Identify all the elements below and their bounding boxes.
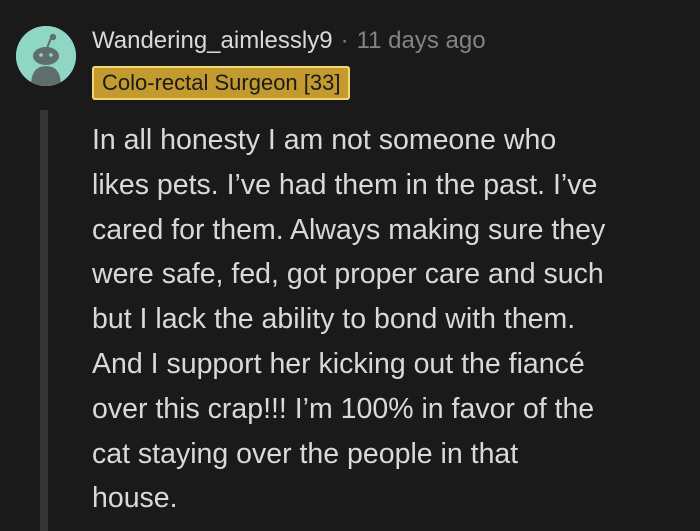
comment-body-line: In all honesty I am not someone who [92,124,557,156]
comment-body-line: And I support her kicking out the fiancé [92,347,585,380]
comment-body-line: were safe, fed, got proper care and such [92,258,604,291]
comment-body-line: over this crap!!! I’m 100% in favor of t… [92,392,595,425]
comment: Wandering_aimlessly9 · 11 days ago Colo-… [0,0,700,531]
comment-body-line: house. [92,482,178,515]
comment-body-line: cat staying over the people in that [92,437,519,470]
comment-body-line: cared for them. Always making sure they [92,213,606,246]
user-avatar[interactable] [16,26,76,86]
thread-collapse-line[interactable] [40,110,48,531]
comment-body-line: but I lack the ability to bond with them… [92,303,576,336]
comment-body-line: likes pets. I’ve had them in the past. I… [92,168,598,201]
comment-timestamp[interactable]: 11 days ago [357,24,486,58]
comment-body: In all honesty I am not someone who like… [92,118,688,521]
user-flair: Colo-rectal Surgeon [33] [92,66,351,100]
reddit-snoo-avatar-icon [16,26,76,86]
meta-separator: · [340,27,349,54]
comment-header: Wandering_aimlessly9 · 11 days ago [92,24,486,58]
username-link[interactable]: Wandering_aimlessly9 [92,24,333,58]
